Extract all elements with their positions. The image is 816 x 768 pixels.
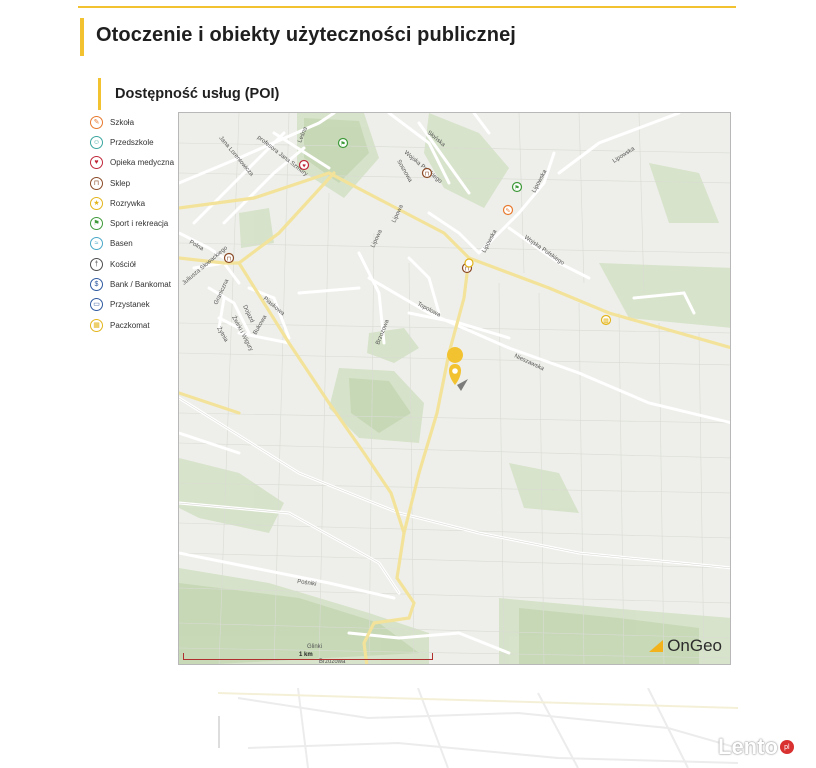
poi-shop-marker-1[interactable]: ⊓ (421, 167, 433, 179)
street-label-sosnowa: Sosnowa (395, 159, 413, 184)
entertainment-icon: ★ (90, 196, 103, 210)
street-label-polniki: Pośniki (297, 579, 317, 588)
legend-item: ⚑ Sport i rekreacja (90, 213, 180, 233)
header-top-rule (78, 6, 736, 8)
poi-shop-marker-2[interactable]: ⊓ (223, 252, 235, 264)
legend-item: ♥ Opieka medyczna (90, 153, 180, 173)
title-accent-bar (80, 18, 84, 56)
street-label-lipowa-1: Lipowa (370, 228, 384, 248)
subtitle-accent-bar (98, 78, 101, 110)
lento-watermark: Lento pl (718, 734, 794, 760)
map-canvas[interactable]: Leśna Słońska Lipowska profesora Jana Sz… (179, 113, 731, 665)
legend-item: ★ Rozrywka (90, 193, 180, 213)
church-icon: † (90, 257, 103, 271)
street-label-slowackiego: Juliusza Słowackiego (181, 245, 229, 287)
ongeo-brand: OnGeo (649, 636, 722, 656)
poi-map[interactable]: Leśna Słońska Lipowska profesora Jana Sz… (178, 112, 731, 665)
legend-label: Bank / Bankomat (110, 280, 171, 290)
svg-text:✎: ✎ (505, 208, 510, 215)
pool-icon: ≈ (90, 237, 103, 251)
bank-icon: $ (90, 278, 103, 292)
shop-icon: ⊓ (90, 176, 103, 190)
poi-school-marker[interactable]: ✎ (502, 204, 514, 216)
legend-item: ▭ Przystanek (90, 295, 180, 315)
sport-icon: ⚑ (90, 217, 103, 231)
legend-label: Sport i rekreacja (110, 219, 169, 229)
poi-parcel-locker-marker-1[interactable] (464, 258, 474, 268)
ongeo-brand-text: OnGeo (667, 636, 722, 655)
street-label-glinki: Glinki (307, 644, 322, 650)
street-label-lipowska-3: Lipowska (531, 168, 548, 193)
legend-item: ≈ Basen (90, 234, 180, 254)
legend-item: ▦ Paczkomat (90, 315, 180, 335)
ongeo-logo-icon (649, 640, 664, 652)
medical-icon: ♥ (90, 156, 103, 170)
street-label-lipowska: Lipowska (612, 146, 637, 165)
parcel-locker-icon: ▦ (90, 318, 103, 332)
street-label-zytnia: Żytnia (215, 326, 230, 344)
legend-label: Opieka medyczna (110, 158, 175, 168)
legend-label: Sklep (110, 178, 131, 188)
svg-text:⚑: ⚑ (340, 141, 345, 148)
legend-item: † Kościół (90, 254, 180, 274)
legend-item: ✎ Szkoła (90, 112, 180, 132)
street-label-bukowa: Bukowa (253, 314, 269, 336)
poi-legend: ✎ Szkoła ☺ Przedszkole ♥ Opieka medyczna ⊓ Skle… (90, 112, 180, 335)
street-label-lorentowicza: Jana Lorentowicza (217, 135, 254, 178)
poi-parcel-locker-marker-2[interactable]: ▦ (600, 314, 612, 326)
bus-stop-icon: ▭ (90, 298, 103, 312)
page-title: Otoczenie i obiekty użyteczności publicz… (96, 24, 516, 46)
lento-watermark-text: Lento (718, 734, 778, 759)
legend-label: Rozrywka (110, 198, 146, 208)
legend-item: $ Bank / Bankomat (90, 274, 180, 294)
svg-text:⊓: ⊓ (425, 172, 430, 178)
poi-medical-marker[interactable]: ♥ (298, 159, 310, 171)
legend-label: Przedszkole (110, 137, 154, 147)
poi-sport-marker-1[interactable]: ⚑ (337, 137, 349, 149)
svg-text:♥: ♥ (302, 164, 306, 170)
street-label-wojska-2: Wojska Polskiego (523, 235, 566, 267)
poi-sport-marker-2[interactable]: ⚑ (511, 181, 523, 193)
svg-text:⚑: ⚑ (514, 185, 519, 192)
lento-badge: pl (779, 740, 794, 754)
legend-item: ☺ Przedszkole (90, 132, 180, 152)
street-label-lipowska-2: Lipowska (481, 228, 498, 253)
section-subtitle: Dostępność usług (POI) (115, 86, 280, 102)
svg-text:⊓: ⊓ (227, 257, 232, 263)
kindergarten-icon: ☺ (90, 135, 103, 149)
svg-text:▦: ▦ (603, 319, 609, 325)
legend-label: Przystanek (110, 300, 150, 310)
legend-label: Szkoła (110, 117, 135, 127)
school-icon: ✎ (90, 115, 103, 129)
next-page-preview (218, 688, 738, 768)
map-scale-label: 1 km (299, 652, 313, 658)
legend-label: Kościół (110, 259, 136, 269)
legend-label: Paczkomat (110, 320, 150, 330)
legend-item: ⊓ Sklep (90, 173, 180, 193)
legend-label: Basen (110, 239, 133, 249)
property-location-pin[interactable] (447, 347, 468, 391)
